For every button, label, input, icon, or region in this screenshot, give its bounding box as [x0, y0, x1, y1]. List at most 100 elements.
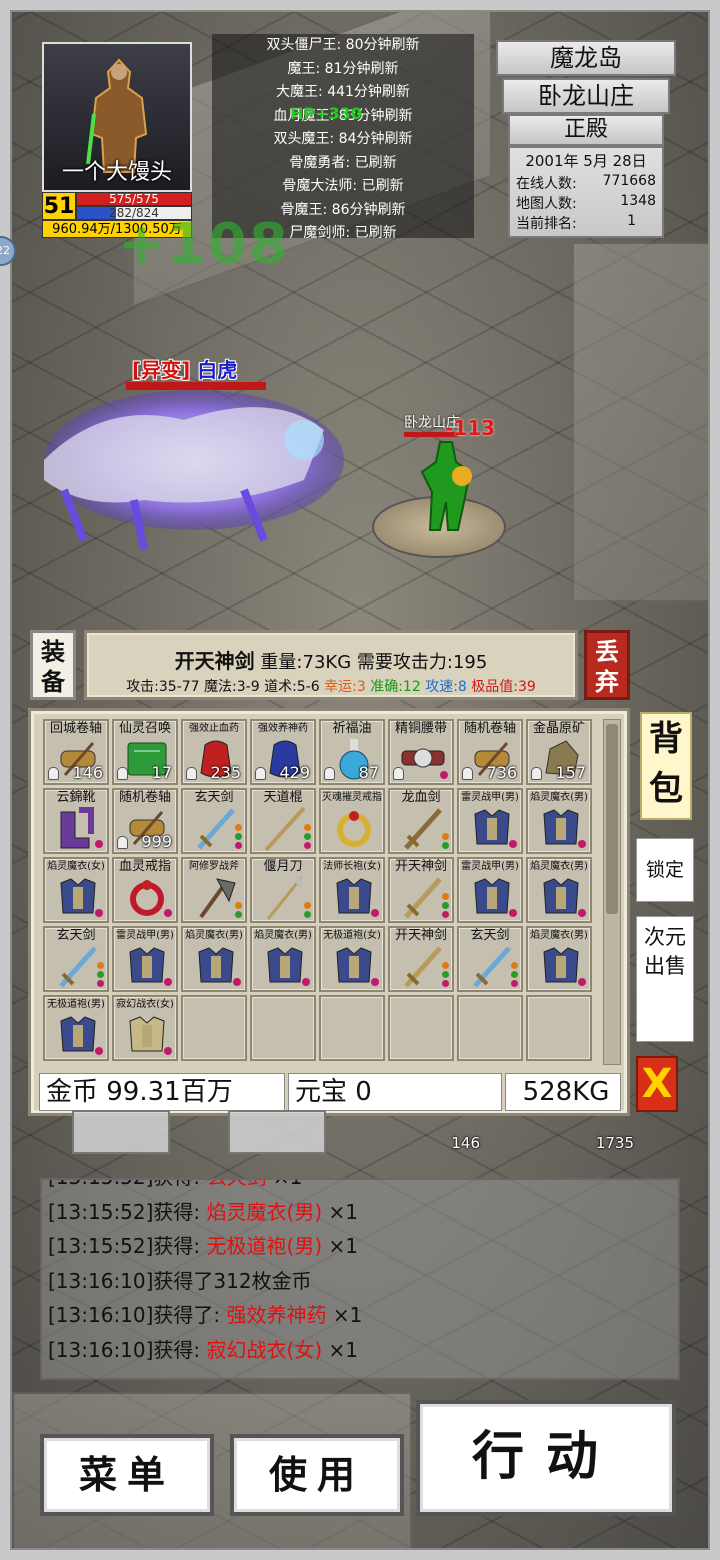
inventory-slot[interactable]: 随机卷轴 736	[457, 719, 523, 785]
item-slot-name: 阿修罗战斧	[189, 861, 239, 872]
inventory-slot[interactable]: 无极道袍(女)	[319, 926, 385, 992]
inventory-slot[interactable]: 玄天剑	[457, 926, 523, 992]
inventory-slot[interactable]: 寂幻战衣(女)	[112, 995, 178, 1061]
location-room[interactable]: 正殿	[508, 114, 664, 146]
log-prefix: [13:16:10]获得了:	[48, 1303, 227, 1327]
use-button[interactable]: 使用	[230, 1434, 404, 1516]
quality-dot-icon	[164, 909, 172, 917]
inventory-slot[interactable]: 云錦靴	[43, 788, 109, 854]
inventory-slot[interactable]: 开天神剑	[388, 857, 454, 923]
item-slot-name: 无极道袍(女)	[323, 930, 381, 941]
inventory-slot[interactable]: 焰灵魔衣(男)	[250, 926, 316, 992]
inventory-slot[interactable]: 随机卷轴 999	[112, 788, 178, 854]
quick-slot[interactable]: 1735	[542, 1110, 640, 1154]
inventory-slot[interactable]: 仙灵召唤 17	[112, 719, 178, 785]
log-suffix: ×1	[322, 1337, 358, 1362]
item-slot-name: 寂幻战衣(女)	[116, 999, 174, 1010]
lock-icon	[393, 767, 404, 780]
inventory-slot[interactable]: 精铜腰带	[388, 719, 454, 785]
boss-timer-list: 双头僵尸王: 80分钟刷新 魔王: 81分钟刷新 大魔王: 441分钟刷新 血月…	[212, 34, 474, 238]
quick-slot[interactable]: 146	[388, 1110, 486, 1154]
inventory-slot[interactable]: 玄天剑	[43, 926, 109, 992]
menu-button[interactable]: 菜单	[40, 1434, 214, 1516]
discard-button[interactable]: 丢弃	[584, 630, 630, 700]
log-item: 焰灵魔衣(男)	[206, 1199, 323, 1224]
inventory-slot[interactable]: 雷灵战甲(男)	[457, 857, 523, 923]
log-prefix: [13:16:10]获得:	[48, 1337, 207, 1362]
quality-dots-icon	[442, 893, 449, 918]
inventory-slot[interactable]: 雷灵战甲(男)	[112, 926, 178, 992]
empty-inventory-slot[interactable]	[526, 995, 592, 1061]
game-date: 2001年 5月 28日	[525, 152, 647, 170]
inventory-slot[interactable]: 祈福油 87	[319, 719, 385, 785]
inventory-grid: 回城卷轴 146 仙灵召唤 17 强效止血药 235 强效养神药 429 祈福油 87 精…	[43, 719, 597, 1061]
location-region[interactable]: 魔龙岛	[496, 40, 676, 76]
inventory-slot[interactable]: 无极道袍(男)	[43, 995, 109, 1061]
inventory-slot[interactable]: 灭魂摧灵戒指	[319, 788, 385, 854]
inventory-slot[interactable]: 焰灵魔衣(男)	[181, 926, 247, 992]
log-suffix: ×1	[267, 1180, 303, 1189]
item-quantity: 157	[555, 763, 586, 782]
gold-amount: 金币 99.31百万	[39, 1073, 285, 1111]
event-log[interactable]: [13:15:52]获得: 玄天剑 ×1[13:15:52]获得: 焰灵魔衣(男…	[40, 1178, 680, 1380]
quality-dot-icon	[440, 771, 448, 779]
stat-magic: 魔法:3-9	[204, 679, 260, 695]
item-slot-name: 雷灵战甲(男)	[461, 792, 519, 803]
dimension-sell-button[interactable]: 次元出售	[636, 916, 694, 1042]
inventory-slot[interactable]: 焰灵魔衣(男)	[526, 788, 592, 854]
sword-icon	[404, 808, 442, 850]
item-slot-name: 偃月刀	[263, 859, 303, 874]
quality-dot-icon	[371, 978, 379, 986]
rank-value: 1	[627, 213, 636, 229]
empty-inventory-slot[interactable]	[250, 995, 316, 1061]
quality-dot-icon	[95, 1047, 103, 1055]
inventory-slot[interactable]: 开天神剑	[388, 926, 454, 992]
quality-dot-icon	[578, 909, 586, 917]
inventory-slot[interactable]: 血灵戒指	[112, 857, 178, 923]
inventory-slot[interactable]: 焰灵魔衣(男)	[526, 926, 592, 992]
quality-dot-icon	[95, 840, 103, 848]
inventory-slot[interactable]: 天道棍	[250, 788, 316, 854]
inventory-slot[interactable]: 法师长袍(女)	[319, 857, 385, 923]
log-item: 无极道袍(男)	[206, 1234, 323, 1258]
lock-button[interactable]: 锁定	[636, 838, 694, 902]
location-area[interactable]: 卧龙山庄	[502, 78, 670, 114]
equip-button[interactable]: 装备	[30, 630, 76, 700]
close-button[interactable]: X	[636, 1056, 678, 1112]
quality-dot-icon	[164, 978, 172, 986]
quality-dots-icon	[442, 962, 449, 987]
inventory-slot[interactable]: 龙血剑	[388, 788, 454, 854]
inventory-slot[interactable]: 强效止血药 235	[181, 719, 247, 785]
inventory-slot[interactable]: 焰灵魔衣(男)	[526, 857, 592, 923]
inventory-slot[interactable]: 玄天剑	[181, 788, 247, 854]
empty-inventory-slot[interactable]	[319, 995, 385, 1061]
sword-icon	[59, 946, 97, 988]
inventory-slot[interactable]: 焰灵魔衣(女)	[43, 857, 109, 923]
empty-inventory-slot[interactable]	[181, 995, 247, 1061]
backpack-panel: 回城卷轴 146 仙灵召唤 17 强效止血药 235 强效养神药 429 祈福油 87 精…	[28, 708, 630, 1116]
inventory-slot[interactable]: 阿修罗战斧	[181, 857, 247, 923]
action-button[interactable]: 行动	[416, 1400, 676, 1516]
inventory-slot[interactable]: 雷灵战甲(男)	[457, 788, 523, 854]
monster-tag: [异变]	[132, 358, 191, 382]
log-suffix: ×1	[322, 1199, 358, 1224]
blade-icon	[266, 876, 304, 920]
inventory-scrollbar[interactable]	[603, 719, 621, 1065]
bag-weight: 528KG	[505, 1073, 621, 1111]
inventory-slot[interactable]: 偃月刀	[250, 857, 316, 923]
inventory-slot[interactable]: 金晶原矿 157	[526, 719, 592, 785]
quick-slot[interactable]	[228, 1110, 326, 1154]
player-level: 51	[42, 192, 76, 220]
inventory-slot[interactable]: 强效养神药 429	[250, 719, 316, 785]
item-detail-panel: 开天神剑 重量:73KG 需要攻击力:195 攻击:35-77 魔法:3-9 道…	[84, 630, 578, 700]
backpack-tab[interactable]: 背包	[640, 712, 692, 820]
player-character[interactable]	[410, 432, 480, 532]
empty-inventory-slot[interactable]	[457, 995, 523, 1061]
map-count-label: 地图人数:	[516, 196, 577, 212]
inventory-slot[interactable]: 回城卷轴 146	[43, 719, 109, 785]
player-portrait[interactable]: 一个大馒头	[42, 42, 192, 192]
empty-inventory-slot[interactable]	[388, 995, 454, 1061]
quick-slot[interactable]	[72, 1110, 170, 1154]
player-name: 一个大馒头	[61, 160, 172, 185]
item-slot-name: 云錦靴	[56, 790, 96, 805]
